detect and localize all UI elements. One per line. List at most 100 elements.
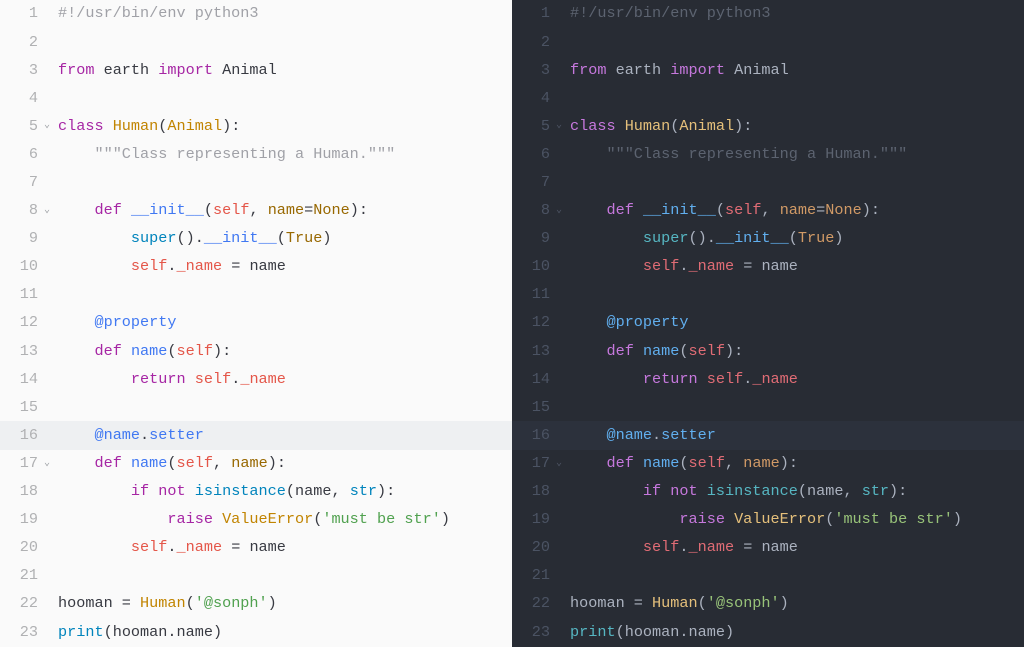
code-line[interactable]: 5⌄class Human(Animal): — [512, 112, 1024, 140]
line-number[interactable]: 23 — [0, 625, 44, 640]
code-line[interactable]: 9 super().__init__(True) — [512, 225, 1024, 253]
code-content[interactable]: def name(self): — [58, 344, 512, 359]
code-content[interactable]: @property — [570, 315, 1024, 330]
code-line[interactable]: 8⌄ def __init__(self, name=None): — [512, 197, 1024, 225]
code-content[interactable]: from earth import Animal — [570, 63, 1024, 78]
code-content[interactable]: print(hooman.name) — [58, 625, 512, 640]
line-number[interactable]: 13 — [0, 344, 44, 359]
line-number[interactable]: 5 — [512, 119, 556, 134]
line-number[interactable]: 16 — [0, 428, 44, 443]
line-number[interactable]: 1 — [512, 6, 556, 21]
code-content[interactable]: """Class representing a Human.""" — [58, 147, 512, 162]
code-line[interactable]: 12 @property — [512, 309, 1024, 337]
fold-toggle-icon[interactable]: ⌄ — [44, 206, 58, 216]
code-line[interactable]: 19 raise ValueError('must be str') — [0, 506, 512, 534]
code-content[interactable]: def name(self): — [570, 344, 1024, 359]
code-content[interactable]: hooman = Human('@sonph') — [570, 596, 1024, 611]
code-line[interactable]: 4 — [0, 84, 512, 112]
code-content[interactable]: def name(self, name): — [58, 456, 512, 471]
code-line[interactable]: 13 def name(self): — [0, 337, 512, 365]
line-number[interactable]: 1 — [0, 6, 44, 21]
code-line[interactable]: 2 — [0, 28, 512, 56]
code-content[interactable]: @name.setter — [570, 428, 1024, 443]
line-number[interactable]: 8 — [0, 203, 44, 218]
fold-toggle-icon[interactable]: ⌄ — [44, 459, 58, 469]
code-line[interactable]: 4 — [512, 84, 1024, 112]
code-line[interactable]: 13 def name(self): — [512, 337, 1024, 365]
code-line[interactable]: 7 — [0, 169, 512, 197]
line-number[interactable]: 12 — [0, 315, 44, 330]
line-number[interactable]: 3 — [512, 63, 556, 78]
code-content[interactable]: self._name = name — [58, 540, 512, 555]
code-line[interactable]: 16 @name.setter — [512, 421, 1024, 449]
code-content[interactable]: def __init__(self, name=None): — [58, 203, 512, 218]
editor-pane-light[interactable]: 1#!/usr/bin/env python323from earth impo… — [0, 0, 512, 647]
code-content[interactable]: @property — [58, 315, 512, 330]
line-number[interactable]: 21 — [512, 568, 556, 583]
code-content[interactable]: self._name = name — [58, 259, 512, 274]
code-line[interactable]: 7 — [512, 169, 1024, 197]
code-content[interactable]: def __init__(self, name=None): — [570, 203, 1024, 218]
fold-toggle-icon[interactable]: ⌄ — [44, 121, 58, 131]
code-content[interactable]: hooman = Human('@sonph') — [58, 596, 512, 611]
code-line[interactable]: 21 — [512, 562, 1024, 590]
code-content[interactable]: return self._name — [570, 372, 1024, 387]
code-line[interactable]: 5⌄class Human(Animal): — [0, 112, 512, 140]
code-line[interactable]: 15 — [0, 393, 512, 421]
line-number[interactable]: 15 — [512, 400, 556, 415]
line-number[interactable]: 17 — [512, 456, 556, 471]
line-number[interactable]: 18 — [512, 484, 556, 499]
fold-toggle-icon[interactable]: ⌄ — [556, 459, 570, 469]
line-number[interactable]: 20 — [512, 540, 556, 555]
line-number[interactable]: 2 — [512, 35, 556, 50]
code-line[interactable]: 11 — [512, 281, 1024, 309]
line-number[interactable]: 7 — [512, 175, 556, 190]
line-number[interactable]: 2 — [0, 35, 44, 50]
line-number[interactable]: 15 — [0, 400, 44, 415]
code-content[interactable]: return self._name — [58, 372, 512, 387]
line-number[interactable]: 6 — [0, 147, 44, 162]
code-content[interactable]: class Human(Animal): — [570, 119, 1024, 134]
line-number[interactable]: 19 — [0, 512, 44, 527]
code-line[interactable]: 19 raise ValueError('must be str') — [512, 506, 1024, 534]
code-line[interactable]: 15 — [512, 393, 1024, 421]
code-line[interactable]: 22hooman = Human('@sonph') — [512, 590, 1024, 618]
code-content[interactable]: super().__init__(True) — [570, 231, 1024, 246]
code-content[interactable]: """Class representing a Human.""" — [570, 147, 1024, 162]
line-number[interactable]: 21 — [0, 568, 44, 583]
code-content[interactable]: raise ValueError('must be str') — [570, 512, 1024, 527]
code-line[interactable]: 22hooman = Human('@sonph') — [0, 590, 512, 618]
line-number[interactable]: 4 — [512, 91, 556, 106]
code-content[interactable]: self._name = name — [570, 540, 1024, 555]
code-line[interactable]: 11 — [0, 281, 512, 309]
code-line[interactable]: 14 return self._name — [0, 365, 512, 393]
code-content[interactable]: #!/usr/bin/env python3 — [570, 6, 1024, 21]
line-number[interactable]: 16 — [512, 428, 556, 443]
code-line[interactable]: 16 @name.setter — [0, 421, 512, 449]
line-number[interactable]: 11 — [0, 287, 44, 302]
code-line[interactable]: 10 self._name = name — [512, 253, 1024, 281]
line-number[interactable]: 11 — [512, 287, 556, 302]
fold-toggle-icon[interactable]: ⌄ — [556, 206, 570, 216]
line-number[interactable]: 14 — [512, 372, 556, 387]
code-line[interactable]: 17⌄ def name(self, name): — [512, 450, 1024, 478]
line-number[interactable]: 20 — [0, 540, 44, 555]
code-line[interactable]: 21 — [0, 562, 512, 590]
code-line[interactable]: 9 super().__init__(True) — [0, 225, 512, 253]
line-number[interactable]: 6 — [512, 147, 556, 162]
code-line[interactable]: 23print(hooman.name) — [512, 618, 1024, 646]
line-number[interactable]: 9 — [512, 231, 556, 246]
code-content[interactable]: self._name = name — [570, 259, 1024, 274]
code-content[interactable]: raise ValueError('must be str') — [58, 512, 512, 527]
line-number[interactable]: 9 — [0, 231, 44, 246]
line-number[interactable]: 19 — [512, 512, 556, 527]
code-line[interactable]: 6 """Class representing a Human.""" — [0, 140, 512, 168]
line-number[interactable]: 10 — [0, 259, 44, 274]
line-number[interactable]: 13 — [512, 344, 556, 359]
code-line[interactable]: 12 @property — [0, 309, 512, 337]
line-number[interactable]: 4 — [0, 91, 44, 106]
code-line[interactable]: 1 #!/usr/bin/env python3 — [512, 0, 1024, 28]
code-line[interactable]: 2 — [512, 28, 1024, 56]
line-number[interactable]: 7 — [0, 175, 44, 190]
code-line[interactable]: 1#!/usr/bin/env python3 — [0, 0, 512, 28]
